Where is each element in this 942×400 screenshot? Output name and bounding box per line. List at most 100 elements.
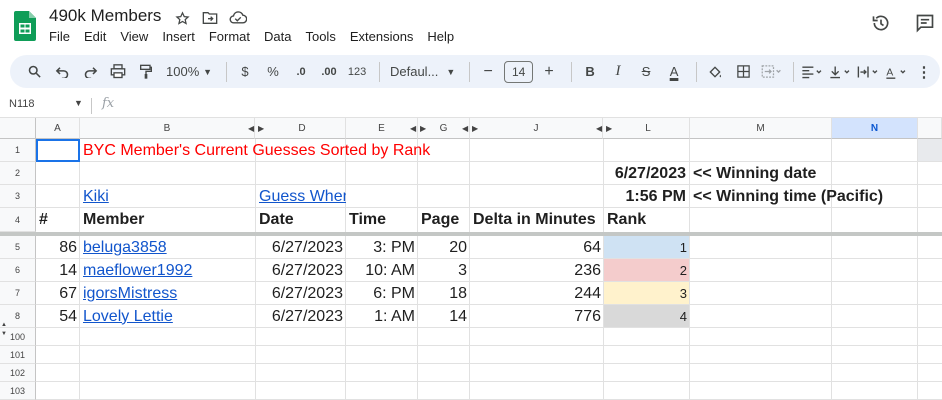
currency-format-button[interactable]: $ (233, 59, 257, 85)
star-icon[interactable] (171, 8, 193, 28)
entry-delta[interactable]: 64 (470, 236, 604, 259)
row-header-5[interactable]: 5 (0, 236, 36, 259)
menu-data[interactable]: Data (257, 28, 298, 45)
strikethrough-button[interactable]: S (634, 59, 658, 85)
spreadsheet-grid[interactable]: A B D E G J L M N ◀ ▶ ◀ ▶ ◀ ▶ ◀ ▶ 1 2 3 … (0, 118, 942, 400)
menu-extensions[interactable]: Extensions (343, 28, 421, 45)
hidden-column-right-arrow-icon[interactable]: ▶ (606, 124, 612, 133)
column-header-m[interactable]: M (690, 118, 832, 139)
text-color-button[interactable]: A (662, 59, 686, 85)
sheets-logo-icon[interactable] (14, 11, 36, 41)
column-header-next[interactable] (918, 118, 942, 139)
decrease-font-size-button[interactable]: − (476, 59, 500, 85)
cloud-saved-icon[interactable] (227, 8, 249, 28)
text-wrapping-icon[interactable] (856, 59, 880, 85)
print-icon[interactable] (106, 59, 130, 85)
history-icon[interactable] (870, 12, 892, 34)
row-header-101[interactable]: 101 (0, 346, 36, 364)
header-member[interactable]: Member (80, 208, 255, 232)
winning-time-value[interactable]: 1:56 PM (470, 185, 689, 208)
hidden-column-right-arrow-icon[interactable]: ▶ (472, 124, 478, 133)
menu-edit[interactable]: Edit (77, 28, 113, 45)
selected-cell-a1[interactable] (36, 139, 80, 162)
column-header-e[interactable]: E (346, 118, 418, 139)
entry-delta[interactable]: 776 (470, 305, 604, 328)
zoom-select[interactable]: 100% ▼ (162, 59, 216, 85)
row-header-3[interactable]: 3 (0, 185, 36, 208)
column-header-d[interactable]: D (259, 118, 346, 139)
guess-when-link[interactable]: Guess When (256, 185, 346, 208)
header-time[interactable]: Time (346, 208, 418, 232)
menu-help[interactable]: Help (420, 28, 461, 45)
entry-rank[interactable]: 2 (604, 259, 690, 282)
menu-tools[interactable]: Tools (298, 28, 342, 45)
comments-icon[interactable] (914, 12, 936, 34)
move-folder-icon[interactable] (199, 8, 221, 28)
menu-file[interactable]: File (42, 28, 77, 45)
column-header-b[interactable]: B (80, 118, 255, 139)
entry-num[interactable]: 67 (36, 282, 80, 305)
header-page[interactable]: Page (418, 208, 470, 232)
row-header-4[interactable]: 4 (0, 208, 36, 232)
hidden-column-left-arrow-icon[interactable]: ◀ (462, 124, 468, 133)
entry-date[interactable]: 6/27/2023 (256, 259, 346, 282)
entry-rank[interactable]: 4 (604, 305, 690, 328)
italic-button[interactable]: I (606, 59, 630, 85)
header-rank[interactable]: Rank (604, 208, 690, 232)
entry-page[interactable]: 20 (418, 236, 470, 259)
bold-button[interactable]: B (578, 59, 602, 85)
fill-color-icon[interactable] (703, 59, 727, 85)
column-header-n[interactable]: N (832, 118, 918, 139)
header-delta[interactable]: Delta in Minutes (470, 208, 604, 232)
entry-delta[interactable]: 236 (470, 259, 604, 282)
select-all-corner[interactable] (0, 118, 36, 139)
entry-page[interactable]: 14 (418, 305, 470, 328)
entry-member-link[interactable]: beluga3858 (80, 236, 255, 259)
entry-date[interactable]: 6/27/2023 (256, 236, 346, 259)
font-size-input[interactable]: 14 (504, 60, 534, 83)
percent-format-button[interactable]: % (261, 59, 285, 85)
hidden-column-right-arrow-icon[interactable]: ▶ (420, 124, 426, 133)
entry-member-link[interactable]: Lovely Lettie (80, 305, 255, 328)
entry-delta[interactable]: 244 (470, 282, 604, 305)
name-box[interactable]: N118 (9, 98, 34, 110)
chevron-down-icon[interactable]: ▼ (74, 98, 83, 108)
row-header-1[interactable]: 1 (0, 139, 36, 162)
merge-cells-icon[interactable] (759, 59, 783, 85)
column-header-a[interactable]: A (36, 118, 80, 139)
increase-decimals-button[interactable]: .00 (317, 59, 341, 85)
menu-insert[interactable]: Insert (155, 28, 202, 45)
row-header-7[interactable]: 7 (0, 282, 36, 305)
entry-date[interactable]: 6/27/2023 (256, 305, 346, 328)
entry-member-link[interactable]: maeflower1992 (80, 259, 255, 282)
entry-page[interactable]: 18 (418, 282, 470, 305)
column-header-j[interactable]: J (470, 118, 603, 139)
row-header-102[interactable]: 102 (0, 364, 36, 382)
winning-date-label[interactable]: << Winning date (690, 162, 940, 185)
text-rotation-icon[interactable]: A (884, 59, 908, 85)
borders-icon[interactable] (731, 59, 755, 85)
more-options-icon[interactable]: ⋮ (912, 59, 936, 85)
row-header-103[interactable]: 103 (0, 382, 36, 400)
vertical-align-icon[interactable] (828, 59, 852, 85)
menu-view[interactable]: View (113, 28, 155, 45)
horizontal-align-icon[interactable] (800, 59, 824, 85)
row-header-2[interactable]: 2 (0, 162, 36, 185)
hidden-column-left-arrow-icon[interactable]: ◀ (596, 124, 602, 133)
increase-font-size-button[interactable]: + (537, 59, 561, 85)
hidden-column-left-arrow-icon[interactable]: ◀ (410, 124, 416, 133)
menu-format[interactable]: Format (202, 28, 257, 45)
hidden-rows-up-arrow-icon[interactable]: ▲ (1, 322, 7, 328)
entry-rank[interactable]: 1 (604, 236, 690, 259)
header-date[interactable]: Date (256, 208, 346, 232)
hidden-rows-down-arrow-icon[interactable]: ▼ (1, 331, 7, 337)
font-select[interactable]: Defaul... ▼ (386, 59, 459, 85)
entry-date[interactable]: 6/27/2023 (256, 282, 346, 305)
row-header-6[interactable]: 6 (0, 259, 36, 282)
winning-date-value[interactable]: 6/27/2023 (470, 162, 689, 185)
entry-rank[interactable]: 3 (604, 282, 690, 305)
entry-member-link[interactable]: igorsMistress (80, 282, 255, 305)
entry-time[interactable]: 3: PM (346, 236, 418, 259)
winning-time-label[interactable]: << Winning time (Pacific) (690, 185, 940, 208)
entry-time[interactable]: 1: AM (346, 305, 418, 328)
